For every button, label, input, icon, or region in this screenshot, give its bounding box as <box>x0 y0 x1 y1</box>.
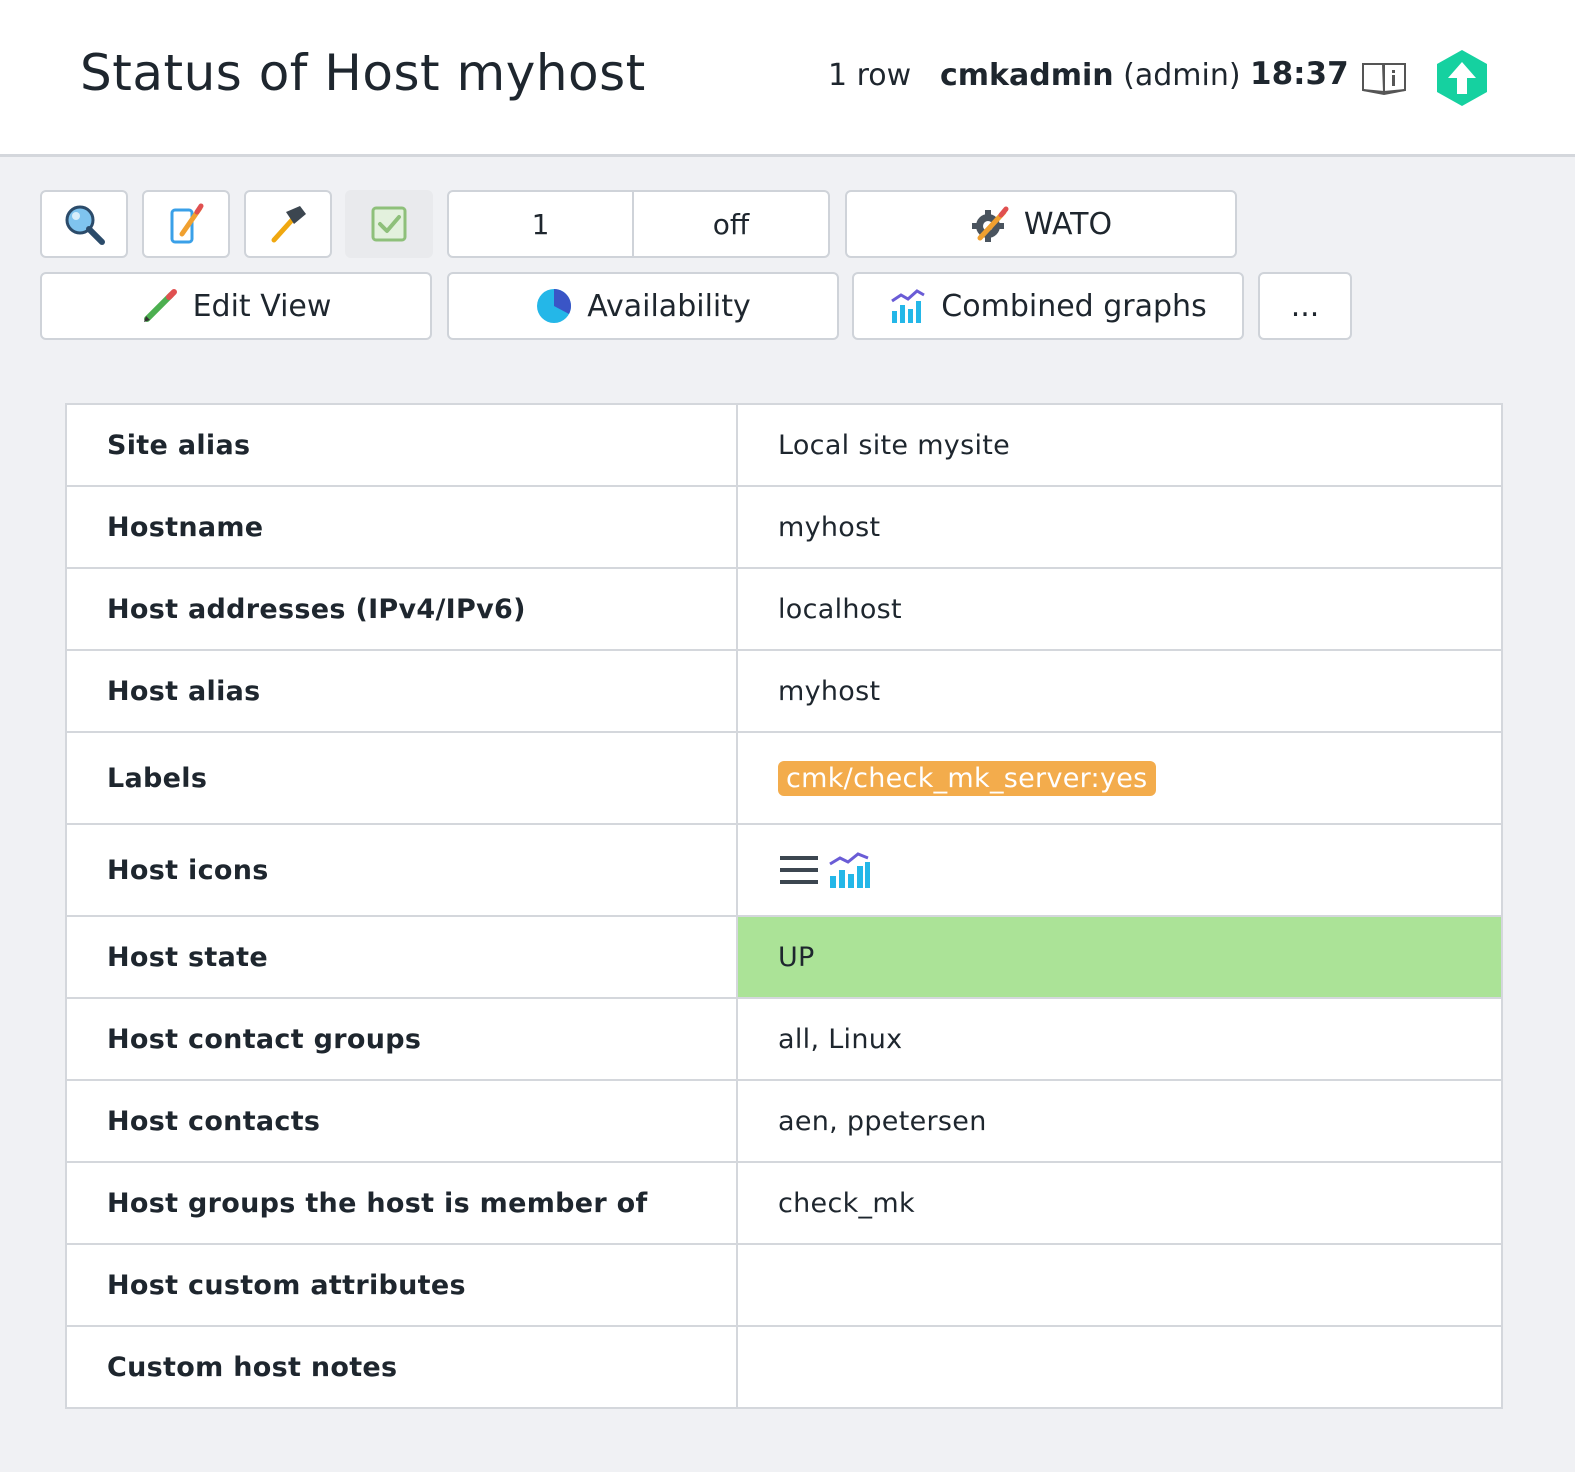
row-key: Host icons <box>65 823 738 917</box>
filter-button[interactable] <box>40 190 128 258</box>
pencil-icon <box>143 289 177 322</box>
availability-button[interactable]: Availability <box>447 272 839 340</box>
wato-label: WATO <box>1023 206 1113 242</box>
combined-graphs-icon <box>891 289 926 323</box>
checkbox-toggle-button[interactable] <box>345 190 433 258</box>
row-value: Local site mysite <box>736 403 1503 487</box>
page-title: Status of Host myhost <box>80 44 646 102</box>
search-icon <box>65 205 105 245</box>
checkbox-icon <box>371 206 407 242</box>
menu-icon[interactable] <box>778 852 820 888</box>
row-value: localhost <box>736 567 1503 651</box>
host-status-table: Site alias Local site mysite Hostname my… <box>65 403 1503 1409</box>
table-row: Host contacts aen, ppetersen <box>65 1079 1503 1163</box>
more-label: ... <box>1290 288 1320 324</box>
row-count: 1 row <box>828 58 912 93</box>
row-key: Host addresses (IPv4/IPv6) <box>65 567 738 651</box>
hammer-icon <box>271 206 306 243</box>
clock: 18:37 <box>1250 56 1349 92</box>
table-row: Host custom attributes <box>65 1243 1503 1327</box>
row-key: Hostname <box>65 485 738 569</box>
host-label-pill[interactable]: cmk/check_mk_server:yes <box>778 760 1156 796</box>
row-key: Host contacts <box>65 1079 738 1163</box>
perfgraph-icon[interactable] <box>828 850 872 890</box>
checkmk-logo-icon[interactable] <box>1434 48 1490 108</box>
user-role: (admin) <box>1123 58 1241 93</box>
edit-columns-button[interactable] <box>142 190 230 258</box>
table-row: Host icons <box>65 823 1503 917</box>
table-row: Hostname myhost <box>65 485 1503 569</box>
user-name[interactable]: cmkadmin <box>940 58 1114 93</box>
refresh-interval-value[interactable]: 1 <box>449 192 634 256</box>
row-key: Labels <box>65 731 738 825</box>
edit-view-button[interactable]: Edit View <box>40 272 432 340</box>
row-key: Host state <box>65 915 738 999</box>
row-key: Site alias <box>65 403 738 487</box>
combined-graphs-label: Combined graphs <box>941 288 1207 324</box>
wato-gear-icon <box>971 206 1009 242</box>
table-row: Host alias myhost <box>65 649 1503 733</box>
table-row: Site alias Local site mysite <box>65 403 1503 487</box>
refresh-off-toggle[interactable]: off <box>634 192 828 256</box>
row-value <box>736 1243 1503 1327</box>
refresh-interval-control[interactable]: 1 off <box>447 190 830 258</box>
availability-pie-icon <box>537 289 572 323</box>
table-row: Host state UP <box>65 915 1503 999</box>
row-value: check_mk <box>736 1161 1503 1245</box>
host-state-badge: UP <box>736 915 1503 999</box>
page-header: Status of Host myhost 1 row cmkadmin (ad… <box>0 0 1575 157</box>
user-info[interactable]: cmkadmin (admin) <box>940 58 1241 93</box>
row-key: Host groups the host is member of <box>65 1161 738 1245</box>
table-row: Labels cmk/check_mk_server:yes <box>65 731 1503 825</box>
edit-view-label: Edit View <box>192 288 332 324</box>
row-key: Host alias <box>65 649 738 733</box>
table-row: Custom host notes <box>65 1325 1503 1409</box>
table-row: Host contact groups all, Linux <box>65 997 1503 1081</box>
wato-button[interactable]: WATO <box>845 190 1237 258</box>
row-key: Custom host notes <box>65 1325 738 1409</box>
row-key: Host custom attributes <box>65 1243 738 1327</box>
combined-graphs-button[interactable]: Combined graphs <box>852 272 1244 340</box>
commands-button[interactable] <box>244 190 332 258</box>
row-value <box>736 1325 1503 1409</box>
edit-columns-icon <box>170 203 204 244</box>
table-row: Host groups the host is member of check_… <box>65 1161 1503 1245</box>
manual-book-icon[interactable] <box>1361 58 1407 96</box>
availability-label: Availability <box>587 288 751 324</box>
row-key: Host contact groups <box>65 997 738 1081</box>
row-value: myhost <box>736 649 1503 733</box>
row-value: aen, ppetersen <box>736 1079 1503 1163</box>
table-row: Host addresses (IPv4/IPv6) localhost <box>65 567 1503 651</box>
more-button[interactable]: ... <box>1258 272 1352 340</box>
row-value: all, Linux <box>736 997 1503 1081</box>
row-value: myhost <box>736 485 1503 569</box>
